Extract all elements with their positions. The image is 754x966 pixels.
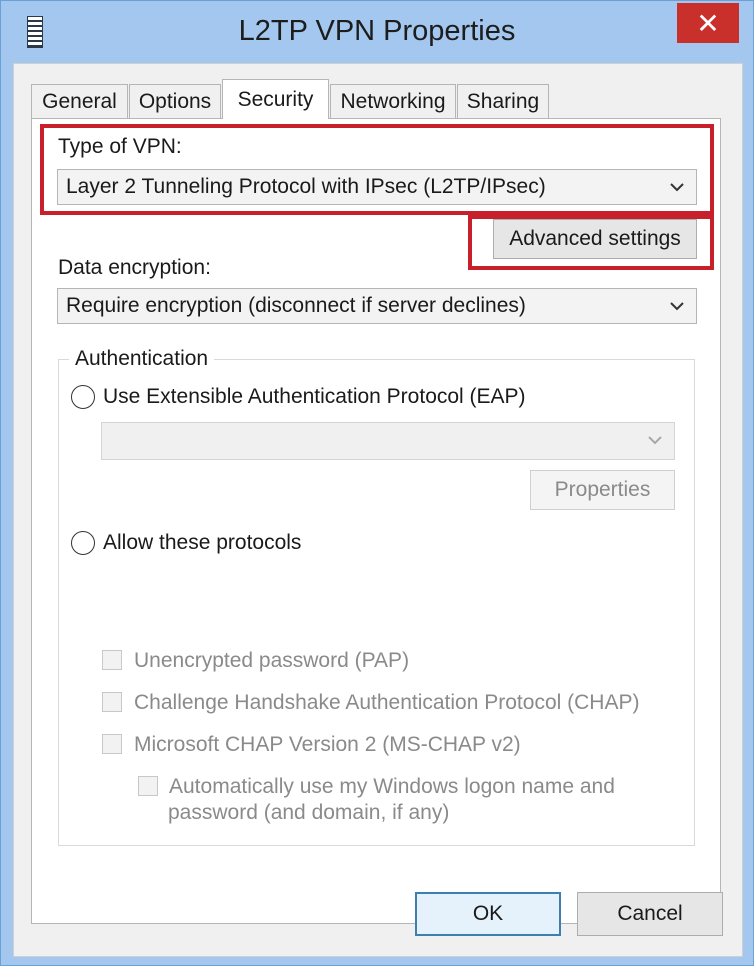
auto-logon-checkbox[interactable]: [138, 776, 158, 796]
eap-method-select[interactable]: [101, 422, 675, 460]
tab-sharing[interactable]: Sharing: [457, 84, 549, 118]
cancel-button[interactable]: Cancel: [577, 892, 723, 936]
allow-protocols-radio[interactable]: [71, 531, 95, 555]
eap-label: Use Extensible Authentication Protocol (…: [103, 385, 526, 408]
authentication-group-label: Authentication: [69, 347, 215, 371]
data-encryption-value: Require encryption (disconnect if server…: [66, 294, 526, 317]
chap-label: Challenge Handshake Authentication Proto…: [134, 691, 640, 714]
window-title: L2TP VPN Properties: [238, 15, 516, 47]
vpn-type-select[interactable]: Layer 2 Tunneling Protocol with IPsec (L…: [57, 169, 697, 205]
eap-radio[interactable]: [71, 385, 95, 409]
mschapv2-checkbox[interactable]: [102, 734, 122, 754]
data-encryption-label: Data encryption:: [58, 256, 211, 279]
tab-general[interactable]: General: [31, 84, 128, 118]
tab-security[interactable]: Security: [222, 79, 329, 119]
chevron-down-icon: [648, 436, 662, 445]
pap-label: Unencrypted password (PAP): [134, 649, 410, 672]
mschapv2-label: Microsoft CHAP Version 2 (MS-CHAP v2): [134, 733, 521, 756]
tab-networking[interactable]: Networking: [330, 84, 456, 118]
ok-button[interactable]: OK: [415, 892, 561, 936]
advanced-settings-button[interactable]: Advanced settings: [493, 219, 697, 259]
pap-checkbox[interactable]: [102, 650, 122, 670]
chevron-down-icon: [670, 302, 684, 311]
dialog-window: L2TP VPN Properties ✕ General Options Se…: [0, 0, 754, 966]
allow-protocols-label: Allow these protocols: [103, 531, 302, 554]
chap-checkbox[interactable]: [102, 692, 122, 712]
vpn-type-value: Layer 2 Tunneling Protocol with IPsec (L…: [66, 175, 546, 198]
auto-logon-label-line1: Automatically use my Windows logon name …: [169, 775, 615, 798]
auto-logon-label-line2: password (and domain, if any): [168, 801, 450, 824]
properties-button[interactable]: Properties: [530, 470, 675, 510]
chevron-down-icon: [670, 183, 684, 192]
vpn-type-label: Type of VPN:: [58, 135, 182, 158]
tab-options[interactable]: Options: [129, 84, 221, 118]
data-encryption-select[interactable]: Require encryption (disconnect if server…: [57, 288, 697, 324]
title-bar[interactable]: L2TP VPN Properties ✕: [1, 1, 753, 63]
close-button[interactable]: ✕: [677, 3, 739, 43]
